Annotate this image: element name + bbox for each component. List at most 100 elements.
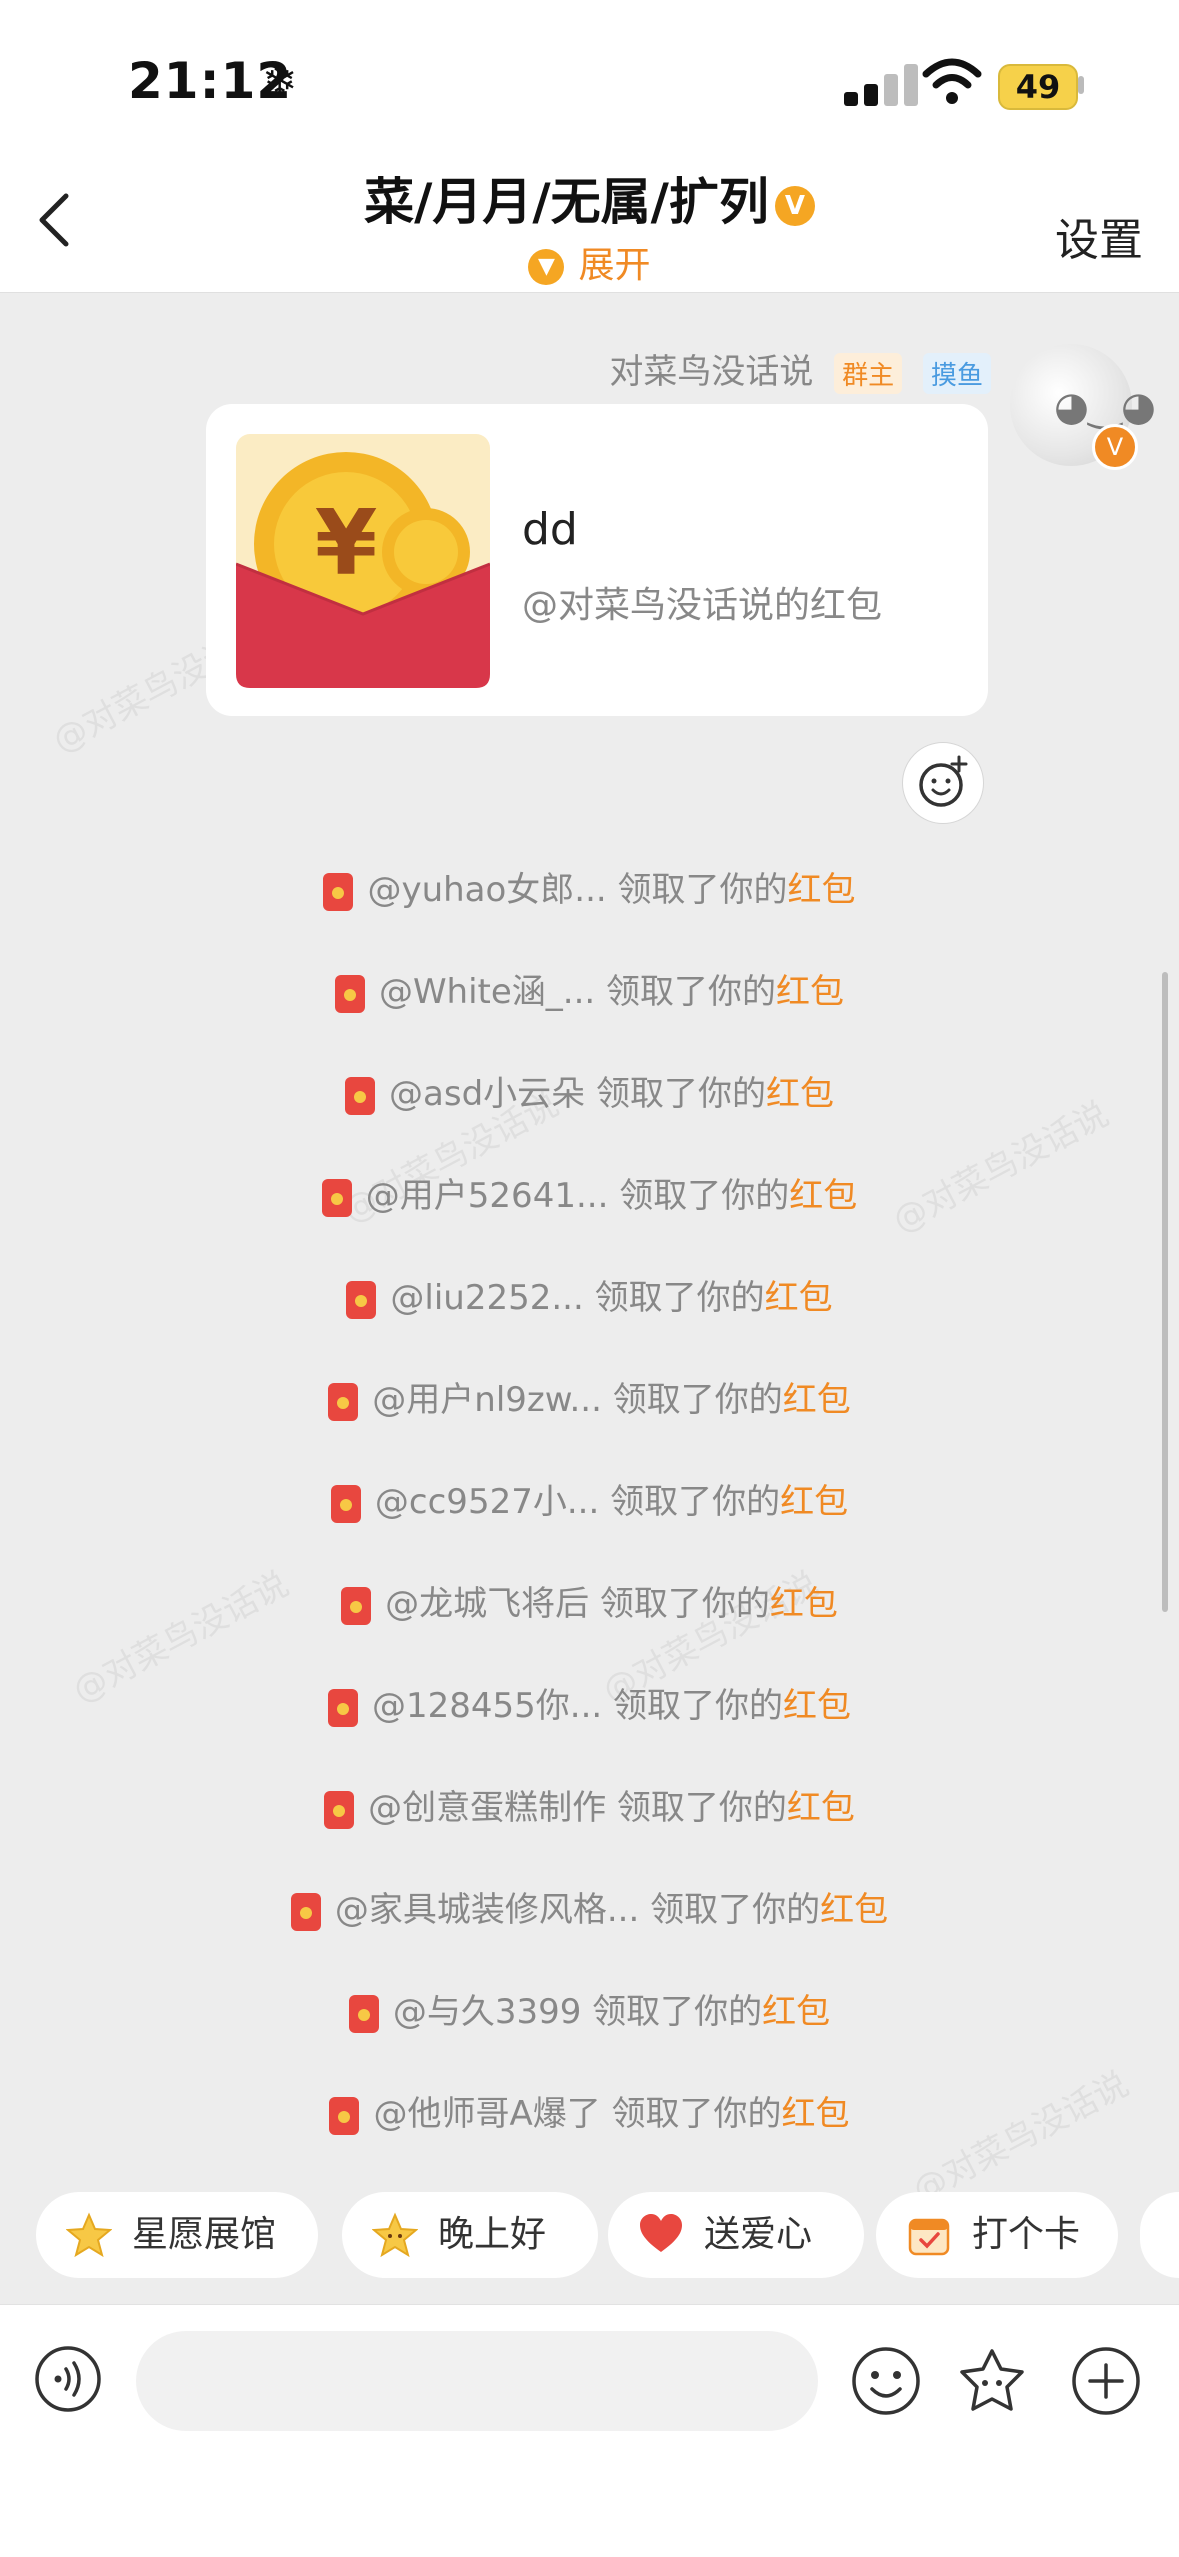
star-icon [66, 2212, 112, 2258]
claim-user: @asd小云朵 [389, 1074, 586, 1114]
red-packet-icon [348, 1994, 379, 2033]
claim-user: @龙城飞将后 [385, 1584, 590, 1624]
red-packet-icon [330, 1484, 361, 1523]
red-packet-link[interactable]: 红包 [788, 870, 856, 910]
group-title: 菜/月月/无属/扩列 V [0, 162, 1179, 234]
sender-info: 对菜鸟没话说 群主 摸鱼 [609, 344, 991, 394]
red-packet-icon [346, 1280, 377, 1319]
claim-action: 领取了你的 [589, 1584, 770, 1624]
red-packet-icon [328, 1382, 359, 1421]
claim-notice: @cc9527小... 领取了你的红包 [0, 1474, 1179, 1523]
claim-notice: @创意蛋糕制作 领取了你的红包 [0, 1780, 1179, 1829]
red-packet-link[interactable]: 红包 [783, 1380, 851, 1420]
claim-user: @用户nl9zw... [372, 1380, 602, 1420]
claim-action: 领取了你的 [585, 1074, 766, 1114]
red-packet-subtitle: @对菜鸟没话说的红包 [522, 585, 883, 626]
quick-action-check-in[interactable]: 打个卡 [876, 2192, 1118, 2278]
quick-action-more[interactable] [1140, 2192, 1179, 2278]
claim-action: 领取了你的 [599, 1482, 781, 1522]
quick-action-label: 星愿展馆 [132, 2214, 277, 2255]
claim-action: 领取了你的 [601, 1380, 783, 1420]
claim-notice: @asd小云朵 领取了你的红包 [0, 1066, 1179, 1115]
wifi-icon [922, 58, 982, 104]
red-packet-icon [290, 1892, 321, 1931]
claim-action: 领取了你的 [583, 1278, 765, 1318]
message-input[interactable] [136, 2331, 818, 2431]
red-packet-icon [327, 1688, 358, 1727]
claim-action: 领取了你的 [608, 1176, 790, 1216]
claim-user: @用户52641... [365, 1176, 609, 1216]
red-packet-icon [345, 1076, 376, 1115]
red-packet-link[interactable]: 红包 [789, 1176, 857, 1216]
quick-action-label: 打个卡 [972, 2214, 1081, 2255]
quick-action-star-gallery[interactable]: 星愿展馆 [36, 2192, 318, 2278]
claim-action: 领取了你的 [606, 870, 788, 910]
claim-user: @他师哥A爆了 [373, 2094, 601, 2134]
claim-action: 领取了你的 [600, 2094, 782, 2134]
red-packet-icon [334, 974, 365, 1013]
star-face-icon [372, 2212, 418, 2258]
red-packet-card[interactable]: ¥ dd @对菜鸟没话说的红包 [206, 404, 988, 716]
red-packet-link[interactable]: 红包 [766, 1074, 834, 1114]
red-packet-link[interactable]: 红包 [782, 2094, 850, 2134]
claim-action: 领取了你的 [581, 1992, 763, 2032]
avatar[interactable]: ◕‿◕ V [1010, 344, 1156, 470]
voice-icon[interactable] [34, 2345, 102, 2413]
claim-action: 领取了你的 [606, 1788, 787, 1828]
claim-notice: @家具城装修风格... 领取了你的红包 [0, 1882, 1179, 1931]
chat-input-bar [0, 2304, 1179, 2557]
claim-notice: @用户52641... 领取了你的红包 [0, 1168, 1179, 1217]
claim-notice: @liu2252... 领取了你的红包 [0, 1270, 1179, 1319]
quick-action-label: 送爱心 [704, 2214, 813, 2255]
heart-icon [640, 2214, 682, 2252]
calendar-icon [908, 2218, 950, 2256]
verified-badge-icon: V [774, 185, 815, 226]
claim-user: @liu2252... [390, 1278, 584, 1318]
emoji-icon[interactable] [850, 2345, 922, 2417]
claim-user: @cc9527小... [374, 1482, 600, 1522]
settings-button[interactable]: 设置 [1055, 204, 1143, 268]
group-title-text: 菜/月月/无属/扩列 [364, 173, 769, 231]
member-tag: 摸鱼 [922, 353, 991, 394]
red-packet-icon [321, 1178, 352, 1217]
add-reaction-icon[interactable] [902, 742, 984, 824]
cellular-signal-icon [844, 62, 924, 106]
quick-action-send-love[interactable]: 送爱心 [608, 2192, 864, 2278]
red-packet-link[interactable]: 红包 [783, 1686, 851, 1726]
red-packet-link[interactable]: 红包 [780, 1482, 848, 1522]
red-packet-link[interactable]: 红包 [765, 1278, 833, 1318]
quick-action-good-evening[interactable]: 晚上好 [342, 2192, 598, 2278]
red-packet-icon [323, 872, 354, 911]
red-packet-link[interactable]: 红包 [787, 1788, 855, 1828]
sticker-star-icon[interactable] [956, 2345, 1028, 2417]
quick-action-label: 晚上好 [438, 2214, 547, 2255]
svg-text:¥: ¥ [315, 491, 378, 596]
red-packet-icon [329, 2096, 360, 2135]
claim-notice: @yuhao女郎... 领取了你的红包 [0, 862, 1179, 911]
claim-notice: @White涵_... 领取了你的红包 [0, 964, 1179, 1013]
expand-label: 展开 [578, 245, 651, 286]
red-packet-icon: ¥ [236, 434, 490, 688]
red-packet-link[interactable]: 红包 [776, 972, 844, 1012]
claim-user: @与久3399 [392, 1992, 582, 2032]
scrollbar[interactable] [1162, 972, 1168, 1612]
claim-user: @创意蛋糕制作 [368, 1788, 607, 1828]
claim-notice: @用户nl9zw... 领取了你的红包 [0, 1372, 1179, 1421]
red-packet-icon [324, 1790, 355, 1829]
claim-action: 领取了你的 [639, 1890, 821, 1930]
red-packet-link[interactable]: 红包 [762, 1992, 830, 2032]
add-icon[interactable] [1070, 2345, 1142, 2417]
claim-notice: @与久3399 领取了你的红包 [0, 1984, 1179, 2033]
status-bar: 21:12 ❄ 49 [0, 0, 1179, 150]
claim-notice: @龙城飞将后 领取了你的红包 [0, 1576, 1179, 1625]
expand-button[interactable]: ▼ 展开 [0, 236, 1179, 288]
claim-action: 领取了你的 [602, 1686, 784, 1726]
red-packet-link[interactable]: 红包 [770, 1584, 838, 1624]
quick-actions-bar: 星愿展馆 晚上好 送爱心 打个卡 [0, 2192, 1179, 2280]
battery-indicator: 49 [998, 64, 1078, 110]
claim-user: @128455你... [371, 1686, 603, 1726]
chevron-down-icon: ▼ [528, 249, 565, 285]
red-packet-link[interactable]: 红包 [820, 1890, 888, 1930]
avatar-face: ◕‿◕ [1054, 384, 1156, 430]
claim-notice: @他师哥A爆了 领取了你的红包 [0, 2086, 1179, 2135]
